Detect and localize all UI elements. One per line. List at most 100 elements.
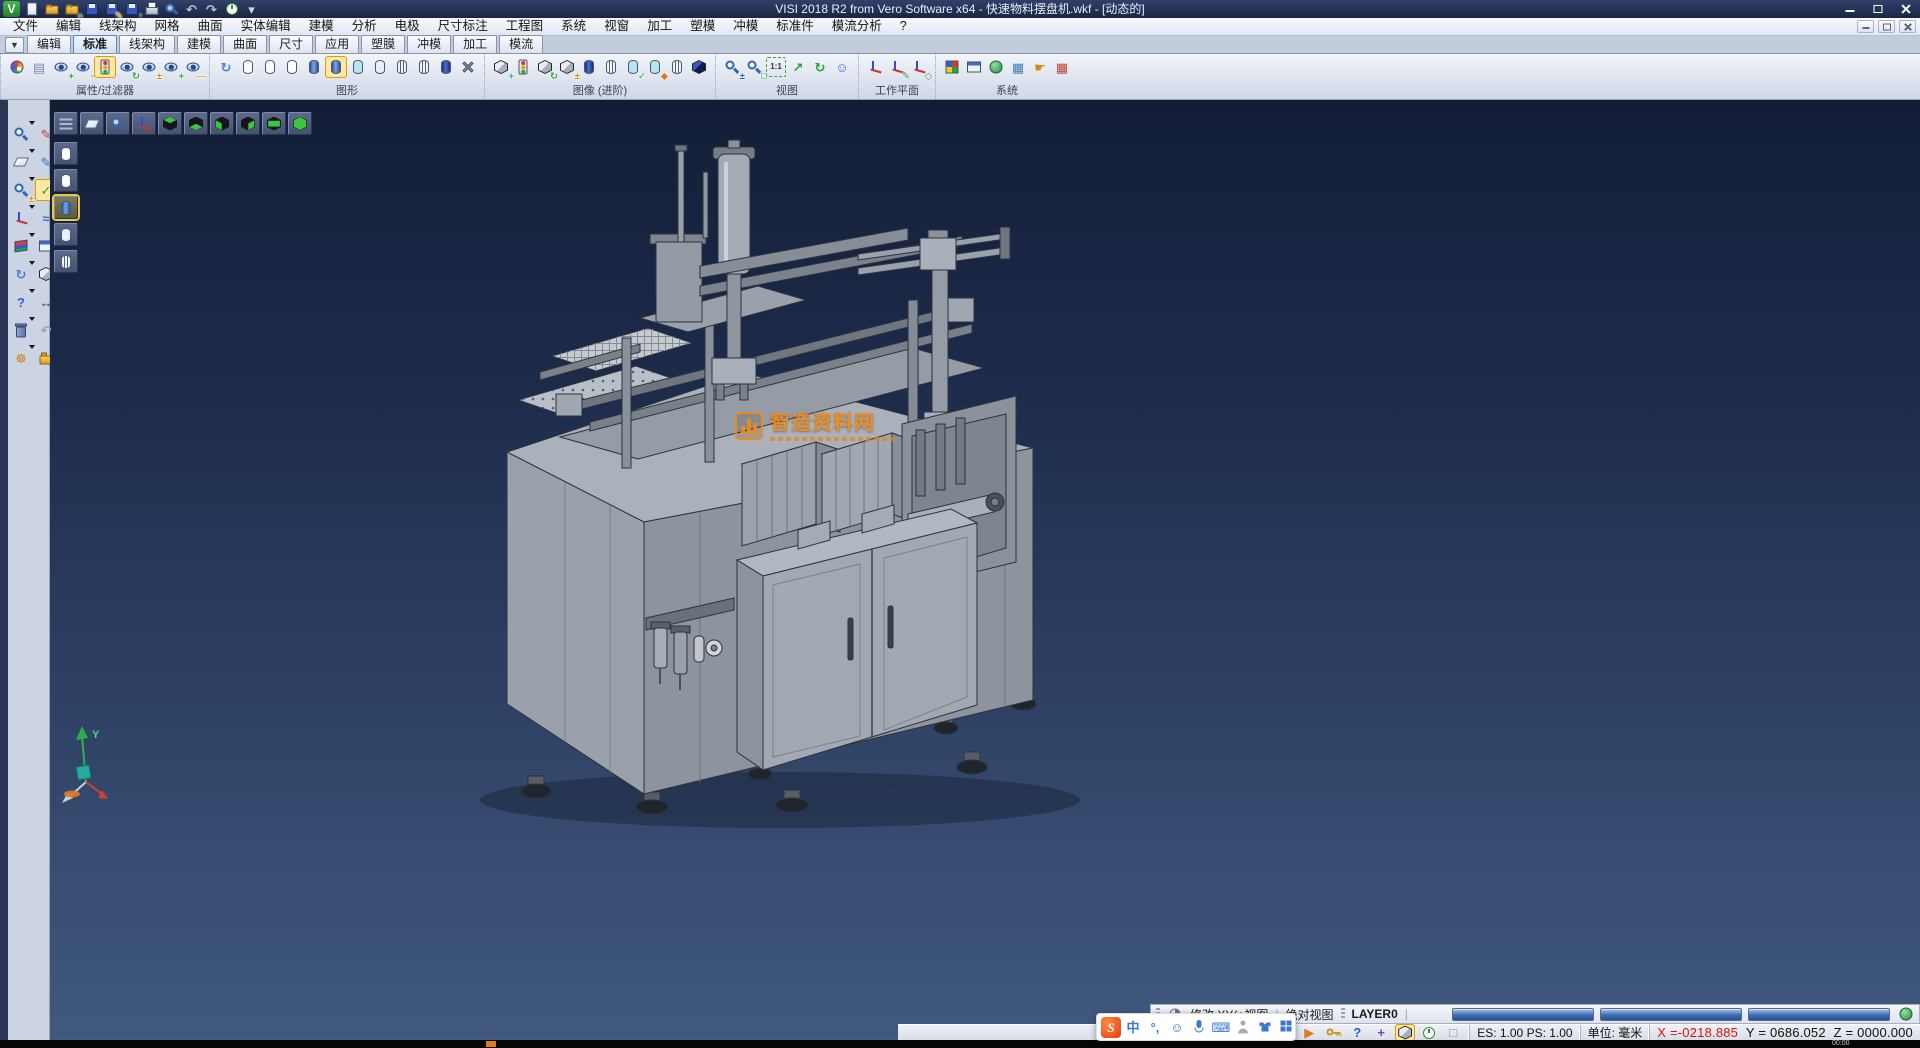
zoom-extents-icon[interactable]: ± [722,57,742,77]
mdi-minimize-button[interactable] [1857,20,1874,33]
workplane-icon[interactable] [80,112,104,135]
menu-item[interactable]: ? [891,18,916,35]
grid-settings-icon[interactable]: ▦ [1052,57,1072,77]
view-right-button[interactable] [236,112,260,135]
view-left-button[interactable] [210,112,234,135]
menu-item[interactable]: 工程图 [497,18,553,35]
menu-item[interactable]: 模流分析 [823,18,891,35]
refresh-visibility-icon[interactable]: ↻ [117,57,137,77]
history-icon[interactable] [223,1,240,17]
hide-entities-icon[interactable]: − [73,57,93,77]
dynamic-view-icon[interactable] [1396,1025,1414,1040]
transparent-view-icon[interactable] [348,57,368,77]
hatched-view-icon[interactable] [392,57,412,77]
color-table-icon[interactable] [942,57,962,77]
mesh-solid-icon[interactable] [667,57,687,77]
layer-color-bar-3[interactable] [1748,1008,1890,1021]
ribbon-tab[interactable]: 线架构 [119,35,175,53]
modify-attributes-icon[interactable] [7,57,27,77]
shaded-edges-view-icon[interactable] [326,57,346,77]
active-layer-label[interactable]: LAYER0 [1352,1007,1398,1021]
view-front-button[interactable] [262,112,286,135]
ribbon-tab[interactable]: 冲模 [407,35,451,53]
sogou-logo[interactable]: S [1101,1017,1121,1038]
empty-box-icon[interactable]: □ [1444,1025,1462,1040]
timer-clock-icon[interactable] [1420,1025,1438,1040]
ime-mic-icon[interactable] [1189,1017,1209,1038]
undo-icon[interactable]: ↶ [183,1,200,17]
context-help-icon[interactable]: ? [1348,1025,1366,1040]
hidden-line-view-icon[interactable] [260,57,280,77]
layer-color-bar-1[interactable] [1452,1008,1594,1021]
option-table-icon[interactable]: ▦ [1008,57,1028,77]
view-iso-button[interactable] [288,112,312,135]
zoom-scale-icon[interactable]: 1:1 [766,57,786,77]
minimize-button[interactable] [1839,1,1861,16]
toggle-visibility-icon[interactable]: ± [139,57,159,77]
close-button[interactable] [1895,1,1917,16]
wireframe-mode-button[interactable] [54,142,78,165]
hidden-line-mode-button[interactable] [54,169,78,192]
mdi-restore-button[interactable] [1878,20,1895,33]
iso-cube-icon[interactable] [689,57,709,77]
shading-add-icon[interactable]: + [491,57,511,77]
view-bottom-button[interactable] [184,112,208,135]
workplane-edit-icon[interactable]: ✎ [887,57,907,77]
tag-solid-icon[interactable]: ◆ [645,57,665,77]
show-entities-icon[interactable]: + [51,57,71,77]
help-icon[interactable]: ? [11,292,31,312]
menu-item[interactable]: 网格 [146,18,189,35]
menu-item[interactable]: 电极 [386,18,429,35]
visi-logo[interactable]: V [3,1,20,17]
rotate-view-icon[interactable]: ↻ [810,57,830,77]
selection-filters-icon[interactable] [95,57,115,77]
menu-item[interactable]: 系统 [552,18,595,35]
redo-icon[interactable]: ↷ [203,1,220,17]
plane-create-icon[interactable] [11,152,31,172]
toolbar-options-caret[interactable]: ▾ [243,1,260,17]
view-orientation-icon[interactable]: ☺ [832,57,852,77]
menu-item[interactable]: 文件 [4,18,47,35]
pan-view-icon[interactable]: ↗ [788,57,808,77]
menu-item[interactable]: 曲面 [189,18,232,35]
menu-item[interactable]: 视窗 [595,18,638,35]
key-icon[interactable] [1324,1025,1342,1040]
shaded-view-icon[interactable] [304,57,324,77]
selection-filter-icon[interactable]: ☛ [1030,57,1050,77]
axes-view-icon[interactable] [132,112,156,135]
ribbon-tab[interactable]: 应用 [315,35,359,53]
ribbon-tab[interactable]: 标准 [73,35,117,53]
menu-item[interactable]: 加工 [638,18,681,35]
ribbon-tab[interactable]: 塑膜 [361,35,405,53]
ribbon-tab[interactable]: 编辑 [27,35,71,53]
shaded-mode-button[interactable] [54,196,78,219]
units-label[interactable]: 单位: 毫米 [1580,1025,1650,1040]
export-icon[interactable]: ↑ [123,1,140,17]
ime-language-icon[interactable]: 中 [1123,1017,1143,1038]
menu-item[interactable]: 尺寸标注 [429,18,497,35]
copy-attributes-icon[interactable]: ▤ [29,57,49,77]
system-settings-icon[interactable] [986,57,1006,77]
zoom-options-icon[interactable]: ± [11,180,31,200]
ime-skin-icon[interactable] [1255,1017,1275,1038]
tab-dropdown-button[interactable]: ▼ [5,37,24,53]
mdi-close-button[interactable] [1899,20,1916,33]
open-file-icon[interactable] [43,1,60,17]
menu-item[interactable]: 标准件 [767,18,823,35]
solid-render-icon[interactable] [579,57,599,77]
mesh-view-icon[interactable] [414,57,434,77]
ribbon-tab[interactable]: 加工 [453,35,497,53]
shading-toggle-icon[interactable]: ± [557,57,577,77]
layer-color-bar-2[interactable] [1600,1008,1742,1021]
menu-item[interactable]: 编辑 [47,18,90,35]
preview-icon[interactable] [163,1,180,17]
ribbon-tab[interactable]: 尺寸 [269,35,313,53]
ime-emoji-icon[interactable]: ☺ [1167,1017,1187,1038]
pick-arrow-icon[interactable]: ▶ [1300,1025,1318,1040]
workplane-axes-icon[interactable] [11,208,31,228]
hatched-mode-button[interactable] [54,250,78,273]
select-zoom-icon[interactable] [11,124,31,144]
show-all-icon[interactable]: + [161,57,181,77]
menu-item[interactable]: 建模 [300,18,343,35]
menu-item[interactable]: 分析 [343,18,386,35]
